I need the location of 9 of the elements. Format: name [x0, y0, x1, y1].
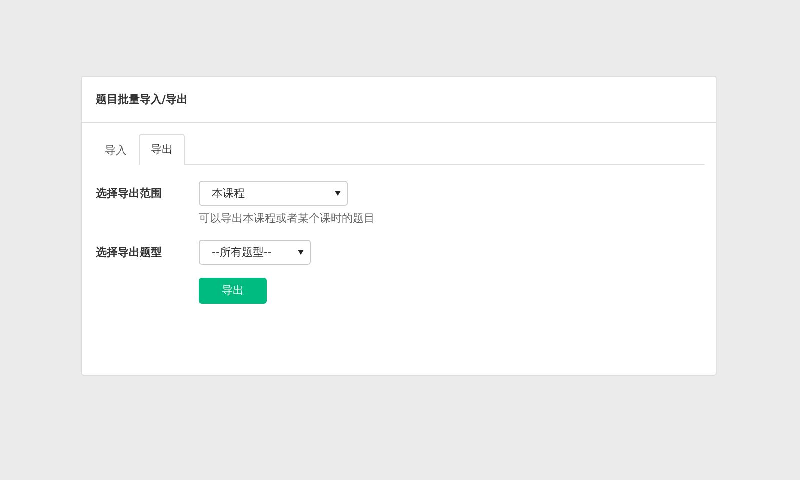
panel-title: 题目批量导入/导出 [96, 92, 188, 107]
dropdown[interactable]: --所有题型-- [199, 240, 311, 265]
hint-text: 可以导出本课程或者某个课时的题目 [199, 211, 376, 226]
field-label: 选择导出范围 [96, 186, 163, 202]
tab[interactable]: 导出 [139, 134, 185, 165]
caret-icon [298, 250, 304, 255]
field-label: 选择导出题型 [96, 245, 163, 261]
caret-icon [335, 191, 341, 196]
dropdown[interactable]: 本课程 [199, 181, 348, 206]
